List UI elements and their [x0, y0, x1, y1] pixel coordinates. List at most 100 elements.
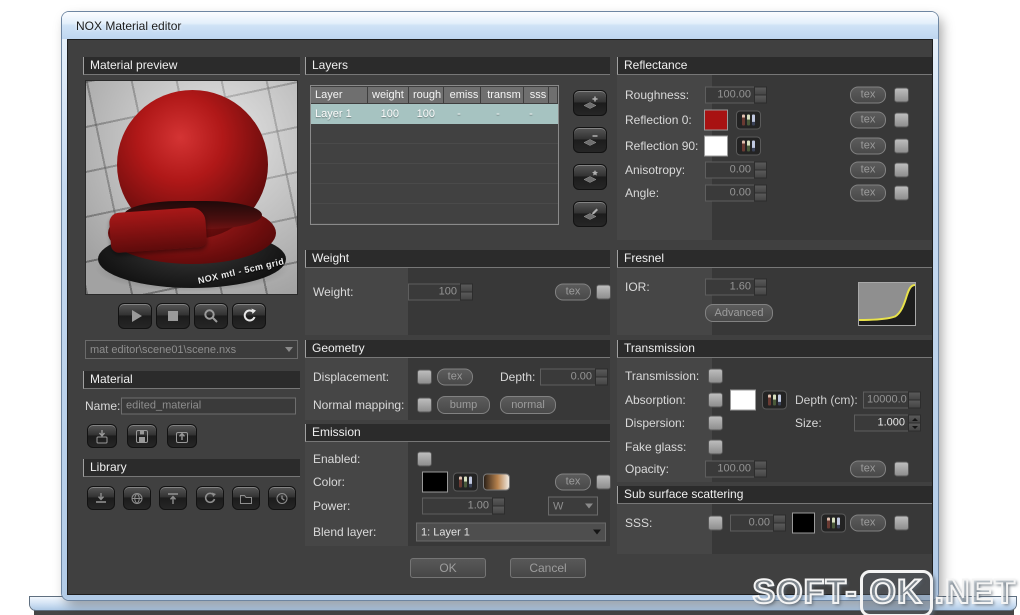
anisotropy-tex-button[interactable]: tex — [850, 161, 886, 179]
reflection90-label: Reflection 90: — [625, 139, 699, 153]
absorption-rgb-sliders-button[interactable] — [762, 390, 787, 410]
spinner-up-icon[interactable] — [754, 161, 767, 171]
sss-rgb-sliders-button[interactable] — [821, 513, 846, 533]
ior-label: IOR: — [625, 280, 650, 294]
spinner-down-icon[interactable] — [754, 469, 767, 478]
spinner-down-icon[interactable] — [773, 523, 786, 532]
weight-section-title: Weight — [312, 251, 350, 265]
watermark-net-text: .NET — [934, 572, 1016, 612]
material-preview-header: Material preview — [83, 57, 300, 75]
fresnel-curve-graph — [858, 282, 916, 326]
roughness-tex-button[interactable]: tex — [850, 86, 886, 104]
absorption-checkbox[interactable] — [708, 392, 723, 408]
geometry-section-title: Geometry — [312, 341, 365, 355]
sss-color-swatch[interactable] — [792, 512, 815, 534]
scene-path-value: mat editor\scene01\scene.nxs — [90, 343, 237, 356]
absorption-depth-spinner: 10000.0 — [863, 391, 921, 409]
sss-checkbox[interactable] — [708, 515, 723, 531]
anisotropy-tex-toggle[interactable] — [894, 162, 909, 178]
ior-spinner: 1.60 — [705, 278, 767, 296]
spinner-down-icon[interactable] — [754, 193, 767, 202]
dispersion-size-label: Size: — [795, 416, 822, 430]
spinner-down-icon[interactable] — [754, 287, 767, 296]
dispersion-size-spinner: 1.000 — [854, 414, 921, 432]
roughness-spinner: 100.00 — [705, 86, 767, 104]
opacity-tex-button[interactable]: tex — [850, 460, 886, 478]
dialog-client-area: Material preview NOX mtl - 5cm grid mat … — [67, 39, 933, 595]
absorption-depth-value[interactable]: 10000.0 — [863, 391, 908, 409]
roughness-tex-toggle[interactable] — [894, 87, 909, 103]
spinner-up-icon[interactable] — [908, 414, 921, 424]
material-preview-title: Material preview — [90, 58, 178, 72]
spinner-up-icon[interactable] — [754, 184, 767, 194]
opacity-tex-toggle[interactable] — [894, 461, 909, 477]
transmission-label: Transmission: — [625, 369, 700, 383]
roughness-value[interactable]: 100.00 — [705, 86, 754, 104]
spinner-up-icon[interactable] — [754, 278, 767, 288]
title-bar[interactable]: NOX Material editor — [62, 12, 938, 39]
spinner-up-icon[interactable] — [908, 391, 921, 401]
edit-layer-button[interactable] — [573, 201, 607, 227]
reflectance-section-header: Reflectance — [617, 57, 932, 75]
absorption-label: Absorption: — [625, 393, 686, 407]
watermark-ok-badge: OK — [859, 570, 933, 615]
opacity-value[interactable]: 100.00 — [705, 460, 754, 478]
anisotropy-label: Anisotropy: — [625, 163, 686, 177]
sss-spinner: 0.00 — [730, 514, 786, 532]
reflection0-tex-toggle[interactable] — [894, 112, 909, 128]
reflection90-tex-button[interactable]: tex — [850, 137, 886, 155]
reflection90-tex-toggle[interactable] — [894, 138, 909, 154]
nox-material-editor-window: NOX Material editor Material preview NOX… — [62, 12, 938, 600]
reflection0-tex-button[interactable]: tex — [850, 111, 886, 129]
reflection0-color-swatch[interactable] — [704, 109, 728, 131]
absorption-depth-label: Depth (cm): — [795, 393, 858, 407]
weight-section-header: Weight — [305, 250, 610, 268]
spinner-up-icon[interactable] — [754, 86, 767, 96]
fresnel-advanced-button[interactable]: Advanced — [705, 304, 773, 322]
reflection90-rgb-sliders-button[interactable] — [736, 136, 761, 156]
sss-section-title: Sub surface scattering — [624, 487, 744, 501]
fake-glass-checkbox[interactable] — [708, 439, 723, 455]
sss-tex-toggle[interactable] — [894, 515, 909, 531]
cancel-button[interactable]: Cancel — [510, 558, 586, 578]
spinner-up-icon[interactable] — [773, 514, 786, 524]
dispersion-checkbox[interactable] — [708, 415, 723, 431]
sss-value[interactable]: 0.00 — [730, 514, 773, 532]
roughness-label: Roughness: — [625, 88, 690, 102]
transmission-checkbox[interactable] — [708, 368, 723, 384]
spinner-down-icon[interactable] — [908, 423, 921, 432]
opacity-label: Opacity: — [625, 462, 670, 476]
softok-watermark: SOFT- OK .NET — [751, 570, 1016, 615]
angle-value[interactable]: 0.00 — [705, 184, 754, 202]
sss-tex-button[interactable]: tex — [850, 514, 886, 532]
ok-button[interactable]: OK — [410, 558, 486, 578]
dispersion-size-value[interactable]: 1.000 — [854, 414, 908, 432]
spinner-down-icon[interactable] — [908, 400, 921, 409]
fresnel-section-title: Fresnel — [624, 251, 665, 265]
watermark-soft-text: SOFT- — [751, 572, 858, 612]
spinner-up-icon[interactable] — [754, 460, 767, 470]
ior-value[interactable]: 1.60 — [705, 278, 754, 296]
dispersion-label: Dispersion: — [625, 416, 686, 430]
anisotropy-value[interactable]: 0.00 — [705, 161, 754, 179]
layers-section-header: Layers — [305, 57, 610, 75]
layers-section-title: Layers — [312, 58, 349, 72]
angle-tex-toggle[interactable] — [894, 185, 909, 201]
reflection0-label: Reflection 0: — [625, 113, 692, 127]
sss-label: SSS: — [625, 516, 653, 530]
spinner-up-icon[interactable] — [492, 497, 505, 507]
preview-ball-slice — [108, 206, 208, 254]
reflection0-rgb-sliders-button[interactable] — [736, 110, 761, 130]
scene-path-dropdown[interactable]: mat editor\scene01\scene.nxs — [85, 340, 298, 359]
angle-spinner: 0.00 — [705, 184, 767, 202]
spinner-down-icon[interactable] — [754, 170, 767, 179]
dropdown-arrow-icon — [285, 347, 293, 356]
angle-tex-button[interactable]: tex — [850, 184, 886, 202]
absorption-color-swatch[interactable] — [730, 389, 756, 411]
spinner-down-icon[interactable] — [754, 95, 767, 104]
fake-glass-label: Fake glass: — [625, 440, 687, 454]
transmission-section-title: Transmission — [624, 341, 695, 355]
reflection90-color-swatch[interactable] — [704, 135, 728, 157]
reflectance-section-title: Reflectance — [624, 58, 688, 72]
anisotropy-spinner: 0.00 — [705, 161, 767, 179]
